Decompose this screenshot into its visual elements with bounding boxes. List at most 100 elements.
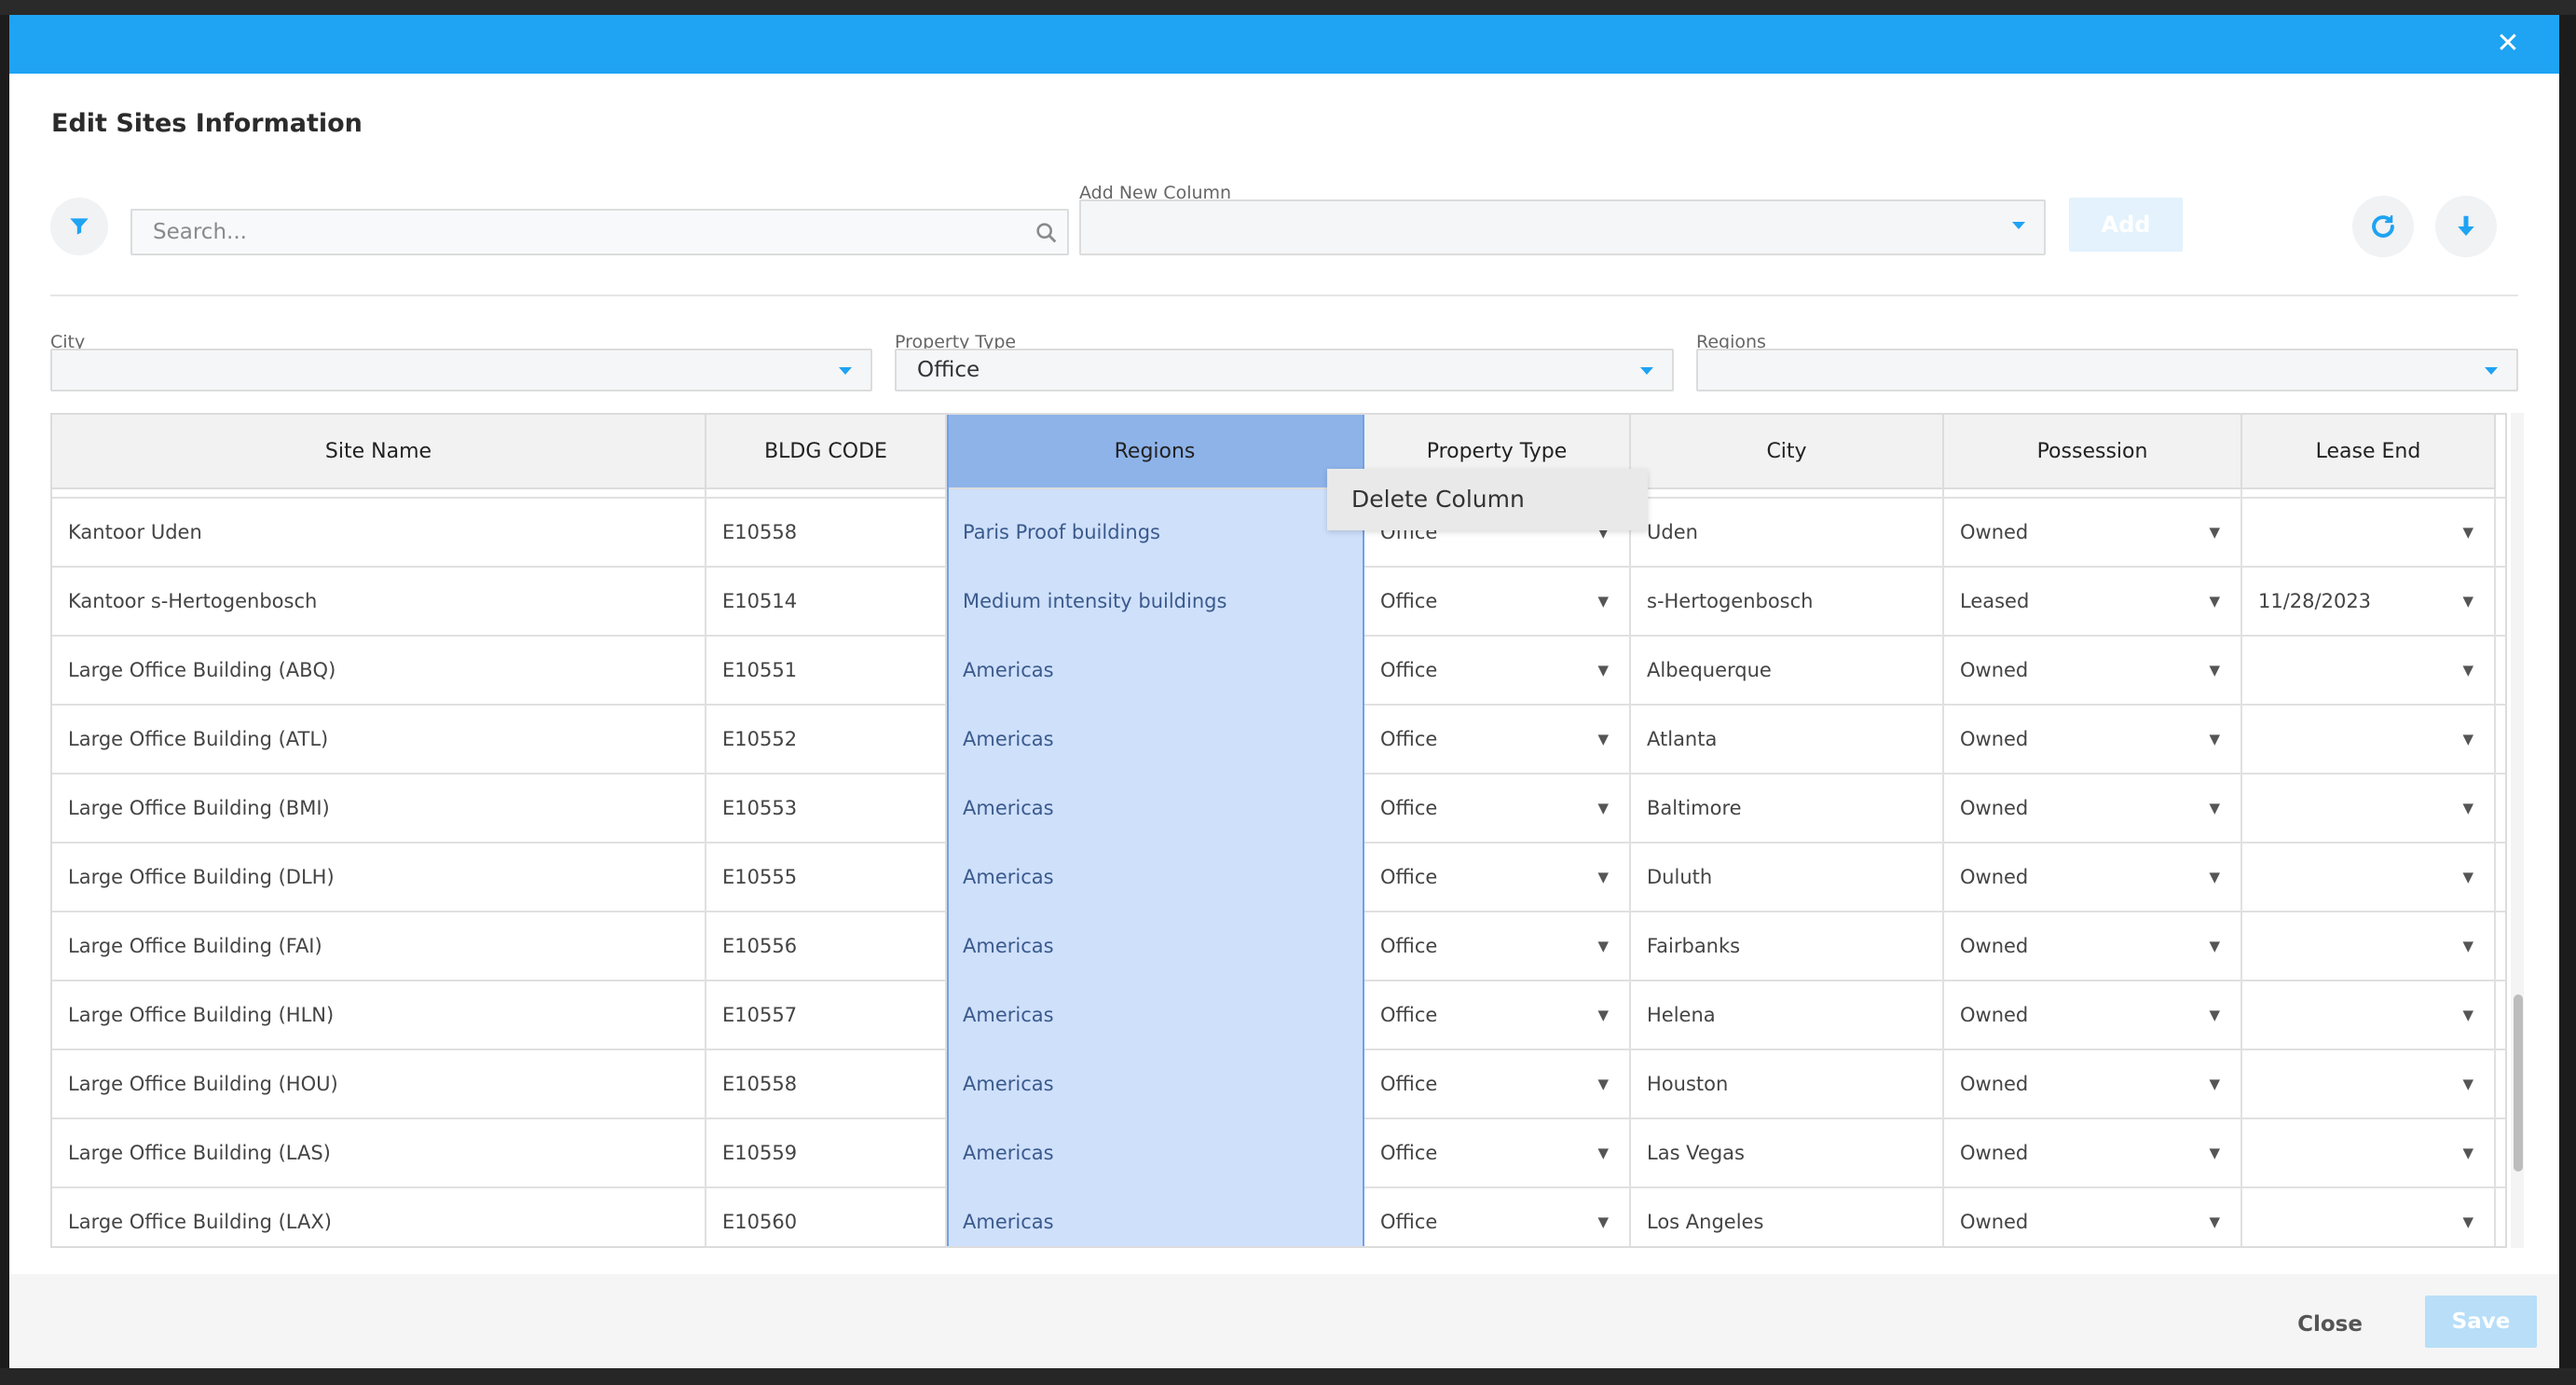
table-row[interactable]: Large Office Building (BMI) E10553 America… <box>52 775 2505 843</box>
cell-region[interactable]: Medium intensity buildings <box>947 568 1364 637</box>
cell-property-type[interactable]: Office ▼ <box>1364 843 1631 912</box>
column-header-lease-end[interactable]: Lease End <box>2242 415 2496 489</box>
cell-property-type[interactable]: Office ▼ <box>1364 1119 1631 1188</box>
table-row[interactable]: Kantoor s-Hertogenbosch E10514 Medium inte… <box>52 568 2505 637</box>
cell-lease-end[interactable]: ▼ <box>2242 775 2496 843</box>
cell-lease-end[interactable]: ▼ <box>2242 1119 2496 1188</box>
cell-bldg-code[interactable]: E10560 <box>706 1188 947 1246</box>
city-filter-select[interactable] <box>50 349 872 391</box>
cell-region[interactable]: Americas <box>947 775 1364 843</box>
chevron-down-icon[interactable]: ▼ <box>2462 637 2473 704</box>
cell-possession[interactable]: Owned ▼ <box>1944 981 2242 1050</box>
chevron-down-icon[interactable]: ▼ <box>2462 1050 2473 1118</box>
cell-possession[interactable]: Owned ▼ <box>1944 499 2242 568</box>
table-row[interactable]: Large Office Building (ABQ) E10551 America… <box>52 637 2505 706</box>
cell-bldg-code[interactable]: E10559 <box>706 1119 947 1188</box>
chevron-down-icon[interactable]: ▼ <box>1597 1050 1609 1118</box>
table-row[interactable]: Large Office Building (ATL) E10552 America… <box>52 706 2505 775</box>
cell-city[interactable]: Albequerque <box>1631 637 1944 706</box>
cell-city[interactable]: Los Angeles <box>1631 1188 1944 1246</box>
chevron-down-icon[interactable]: ▼ <box>1597 1188 1609 1246</box>
cell-region[interactable]: Americas <box>947 1188 1364 1246</box>
cell-city[interactable]: Duluth <box>1631 843 1944 912</box>
close-icon[interactable]: ✕ <box>2492 28 2524 60</box>
cell-site-name[interactable]: Large Office Building (FAI) <box>52 912 706 981</box>
cell-city[interactable]: Atlanta <box>1631 706 1944 775</box>
cell-region[interactable]: Americas <box>947 843 1364 912</box>
chevron-down-icon[interactable]: ▼ <box>1597 706 1609 773</box>
chevron-down-icon[interactable]: ▼ <box>1597 843 1609 911</box>
chevron-down-icon[interactable]: ▼ <box>2209 637 2220 704</box>
cell-possession[interactable]: Owned ▼ <box>1944 1188 2242 1246</box>
cell-property-type[interactable]: Office ▼ <box>1364 637 1631 706</box>
cell-property-type[interactable]: Office ▼ <box>1364 568 1631 637</box>
chevron-down-icon[interactable]: ▼ <box>1597 1119 1609 1186</box>
cell-property-type[interactable]: Office ▼ <box>1364 1188 1631 1246</box>
property-type-filter-select[interactable]: Office <box>895 349 1674 391</box>
cell-bldg-code[interactable]: E10514 <box>706 568 947 637</box>
chevron-down-icon[interactable]: ▼ <box>2462 1119 2473 1186</box>
context-menu-delete-column[interactable]: Delete Column <box>1327 469 1648 530</box>
cell-bldg-code[interactable]: E10552 <box>706 706 947 775</box>
cell-possession[interactable]: Leased ▼ <box>1944 568 2242 637</box>
scrollbar-thumb[interactable] <box>2514 994 2523 1172</box>
cell-site-name[interactable]: Large Office Building (ATL) <box>52 706 706 775</box>
search-icon[interactable] <box>1034 220 1060 246</box>
close-button[interactable]: Close <box>2293 1306 2367 1343</box>
cell-property-type[interactable]: Office ▼ <box>1364 775 1631 843</box>
table-row[interactable]: Large Office Building (DLH) E10555 America… <box>52 843 2505 912</box>
cell-region[interactable]: Americas <box>947 1119 1364 1188</box>
add-column-select[interactable] <box>1079 199 2046 255</box>
cell-bldg-code[interactable]: E10556 <box>706 912 947 981</box>
chevron-down-icon[interactable]: ▼ <box>2462 775 2473 842</box>
chevron-down-icon[interactable]: ▼ <box>1597 637 1609 704</box>
cell-city[interactable]: Houston <box>1631 1050 1944 1119</box>
cell-site-name[interactable]: Large Office Building (HOU) <box>52 1050 706 1119</box>
chevron-down-icon[interactable]: ▼ <box>1597 912 1609 980</box>
chevron-down-icon[interactable]: ▼ <box>2209 1119 2220 1186</box>
cell-site-name[interactable]: Large Office Building (BMI) <box>52 775 706 843</box>
cell-property-type[interactable]: Office ▼ <box>1364 1050 1631 1119</box>
chevron-down-icon[interactable]: ▼ <box>2209 912 2220 980</box>
cell-lease-end[interactable]: ▼ <box>2242 912 2496 981</box>
chevron-down-icon[interactable]: ▼ <box>2462 568 2473 635</box>
regions-filter-select[interactable] <box>1696 349 2518 391</box>
column-header-possession[interactable]: Possession <box>1944 415 2242 489</box>
cell-lease-end[interactable]: ▼ <box>2242 499 2496 568</box>
cell-bldg-code[interactable]: E10553 <box>706 775 947 843</box>
cell-city[interactable]: Helena <box>1631 981 1944 1050</box>
cell-bldg-code[interactable]: E10558 <box>706 499 947 568</box>
chevron-down-icon[interactable]: ▼ <box>2462 843 2473 911</box>
cell-bldg-code[interactable]: E10555 <box>706 843 947 912</box>
cell-city[interactable]: Baltimore <box>1631 775 1944 843</box>
cell-lease-end[interactable]: ▼ <box>2242 1188 2496 1246</box>
chevron-down-icon[interactable]: ▼ <box>1597 568 1609 635</box>
chevron-down-icon[interactable]: ▼ <box>1597 981 1609 1049</box>
chevron-down-icon[interactable]: ▼ <box>2462 499 2473 566</box>
cell-possession[interactable]: Owned ▼ <box>1944 912 2242 981</box>
table-row[interactable]: Large Office Building (HLN) E10557 America… <box>52 981 2505 1050</box>
cell-lease-end[interactable]: ▼ <box>2242 981 2496 1050</box>
filter-button[interactable] <box>50 198 108 255</box>
cell-site-name[interactable]: Large Office Building (HLN) <box>52 981 706 1050</box>
chevron-down-icon[interactable]: ▼ <box>2209 843 2220 911</box>
table-row[interactable]: Large Office Building (HOU) E10558 America… <box>52 1050 2505 1119</box>
table-row[interactable]: Kantoor Uden E10558 Paris Proof buildings O… <box>52 499 2505 568</box>
cell-possession[interactable]: Owned ▼ <box>1944 1050 2242 1119</box>
cell-possession[interactable]: Owned ▼ <box>1944 1119 2242 1188</box>
table-row[interactable]: Large Office Building (FAI) E10556 America… <box>52 912 2505 981</box>
table-row[interactable]: Large Office Building (LAX) E10560 America… <box>52 1188 2505 1246</box>
column-header-city[interactable]: City <box>1631 415 1944 489</box>
search-input[interactable] <box>132 211 1027 254</box>
cell-region[interactable]: Americas <box>947 912 1364 981</box>
chevron-down-icon[interactable]: ▼ <box>2209 1188 2220 1246</box>
cell-city[interactable]: s-Hertogenbosch <box>1631 568 1944 637</box>
cell-lease-end[interactable]: ▼ <box>2242 843 2496 912</box>
cell-region[interactable]: Americas <box>947 981 1364 1050</box>
cell-region[interactable]: Paris Proof buildings <box>947 499 1364 568</box>
cell-city[interactable]: Las Vegas <box>1631 1119 1944 1188</box>
chevron-down-icon[interactable]: ▼ <box>2209 1050 2220 1118</box>
cell-property-type[interactable]: Office ▼ <box>1364 981 1631 1050</box>
save-button[interactable]: Save <box>2425 1296 2537 1348</box>
cell-region[interactable]: Americas <box>947 637 1364 706</box>
